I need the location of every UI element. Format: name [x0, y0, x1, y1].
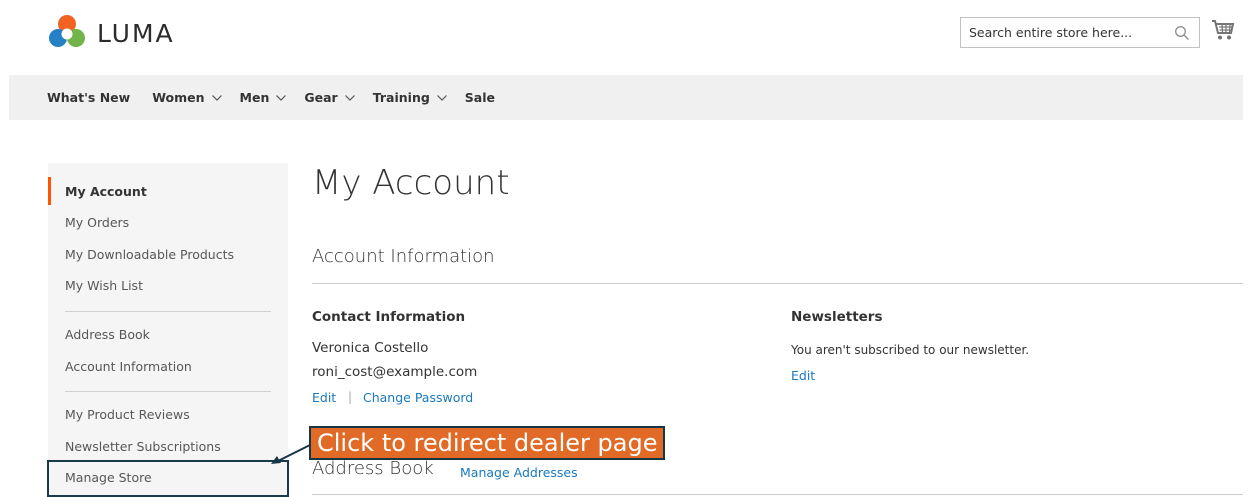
search-input[interactable]	[961, 18, 1161, 47]
nav-item-women[interactable]: Women	[152, 90, 222, 105]
search-box	[960, 17, 1200, 48]
sidebar-divider	[65, 311, 271, 312]
sidebar-item-product-reviews[interactable]: My Product Reviews	[65, 407, 190, 422]
sidebar-item-account-information[interactable]: Account Information	[65, 359, 192, 374]
edit-contact-link[interactable]: Edit	[312, 390, 336, 405]
manage-addresses-link[interactable]: Manage Addresses	[460, 465, 578, 480]
edit-newsletter-link[interactable]: Edit	[791, 368, 815, 383]
nav-item-sale[interactable]: Sale	[465, 90, 495, 105]
newsletter-status: You aren't subscribed to our newsletter.	[791, 343, 1030, 357]
sidebar-item-wish-list[interactable]: My Wish List	[65, 278, 143, 293]
change-password-link[interactable]: Change Password	[363, 390, 473, 405]
sidebar-item-my-account[interactable]: My Account	[65, 184, 147, 199]
address-book-title: Address Book	[312, 458, 434, 479]
sidebar-item-address-book[interactable]: Address Book	[65, 327, 150, 342]
chevron-down-icon	[436, 94, 447, 101]
cart-icon[interactable]	[1211, 19, 1235, 41]
nav-item-gear[interactable]: Gear	[304, 90, 355, 105]
section-divider	[312, 283, 1243, 284]
luma-logo-icon	[49, 15, 85, 47]
newsletters-title: Newsletters	[791, 309, 883, 325]
page-title: My Account	[312, 163, 510, 203]
sidebar-item-my-orders[interactable]: My Orders	[65, 215, 129, 230]
search-icon[interactable]	[1174, 25, 1190, 41]
section-divider	[312, 494, 1243, 495]
manage-store-highlight	[47, 460, 289, 497]
contact-information-title: Contact Information	[312, 309, 466, 325]
logo-text: LUMA	[97, 18, 175, 48]
page-header: LUMA	[0, 0, 1252, 75]
customer-email: roni_cost@example.com	[312, 364, 478, 380]
main-navigation: What's New Women Men Gear Training Sale	[9, 75, 1243, 120]
account-information-title: Account Information	[312, 246, 495, 267]
current-item-indicator	[48, 177, 51, 205]
sidebar-item-newsletter-subscriptions[interactable]: Newsletter Subscriptions	[65, 439, 221, 454]
store-logo[interactable]: LUMA	[48, 14, 175, 52]
chevron-down-icon	[276, 94, 287, 101]
nav-item-whats-new[interactable]: What's New	[47, 90, 130, 105]
nav-item-men[interactable]: Men	[240, 90, 287, 105]
link-separator: |	[348, 390, 353, 404]
annotation-callout: Click to redirect dealer page	[309, 426, 666, 460]
chevron-down-icon	[211, 94, 222, 101]
customer-name: Veronica Costello	[312, 340, 429, 356]
chevron-down-icon	[344, 94, 355, 101]
sidebar-item-downloadable-products[interactable]: My Downloadable Products	[65, 247, 234, 262]
sidebar-divider	[65, 391, 271, 392]
nav-item-training[interactable]: Training	[373, 90, 447, 105]
